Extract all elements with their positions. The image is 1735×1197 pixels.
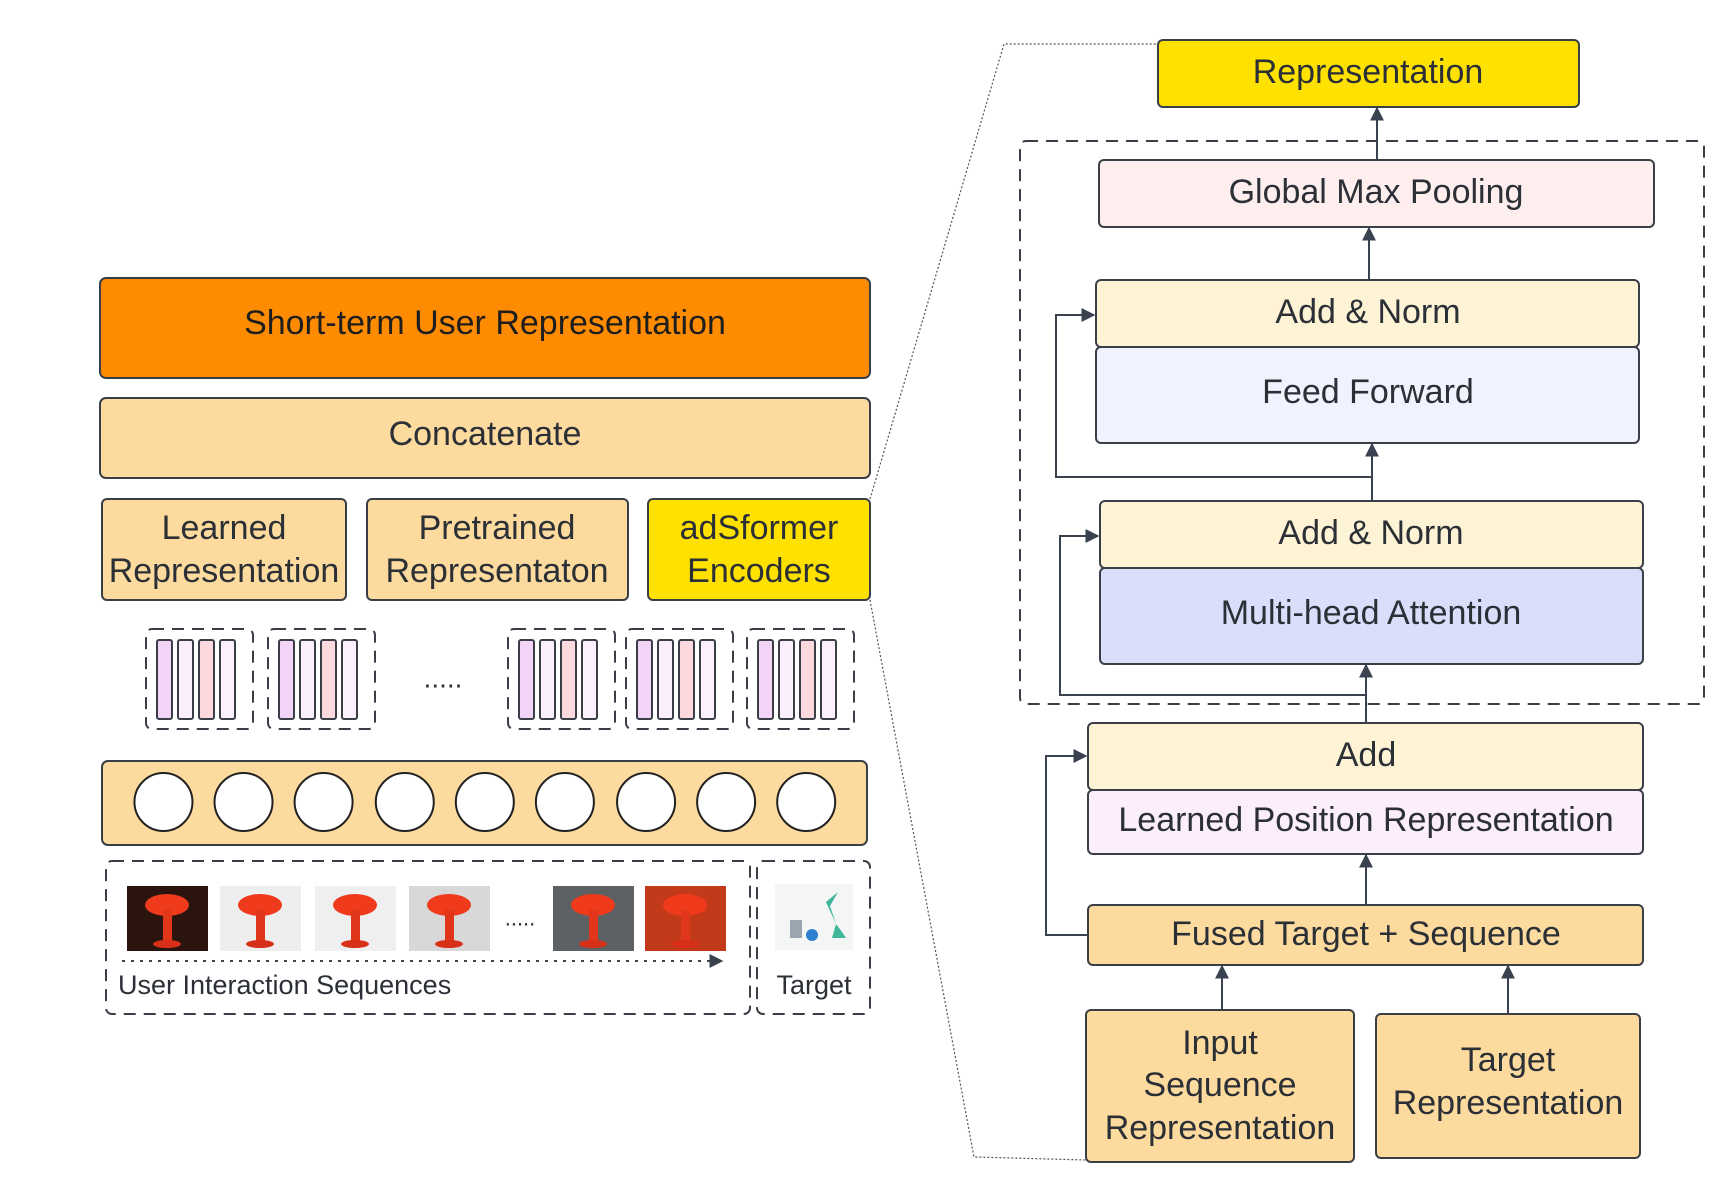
fused-label: Fused Target + Sequence (1171, 915, 1561, 953)
embedding-vector-group (625, 628, 734, 730)
embedding-circle (133, 772, 194, 832)
short-term-title: Short-term User Representation (244, 304, 726, 342)
add-label: Add (1336, 736, 1397, 774)
embedding-circle (616, 772, 677, 832)
sequence-label: User Interaction Sequences (118, 970, 451, 1000)
concatenate-label: Concatenate (389, 415, 582, 453)
embedding-vector (699, 639, 716, 720)
input-line1: Input (1182, 1024, 1258, 1062)
embedding-circle (534, 772, 595, 832)
interaction-image (645, 886, 726, 951)
embedding-vector (278, 639, 295, 720)
gmp-label: Global Max Pooling (1229, 173, 1524, 211)
adsformer-line1: adSformer (680, 509, 839, 547)
learned-line2: Representation (109, 552, 340, 590)
target-label: Target (776, 970, 852, 1000)
embedding-vector (560, 639, 577, 720)
feed-forward-label: Feed Forward (1262, 373, 1474, 411)
interaction-image (220, 886, 301, 951)
interaction-images (127, 886, 726, 951)
lpr-label: Learned Position Representation (1118, 801, 1613, 839)
embedding-vector (757, 639, 774, 720)
add-norm-label-2: Add & Norm (1278, 514, 1463, 552)
adsformer-line2: Encoders (687, 552, 831, 590)
target-image (775, 884, 853, 950)
learned-line1: Learned (162, 509, 287, 547)
embedding-circle (213, 772, 274, 832)
target-line1: Target (1461, 1041, 1556, 1079)
pretrained-line1: Pretrained (419, 509, 576, 547)
interaction-image (409, 886, 490, 951)
embedding-vector (219, 639, 236, 720)
embedding-vector (799, 639, 816, 720)
embedding-vectors (145, 628, 855, 730)
pretrained-line2: Representaton (385, 552, 608, 590)
embedding-vector (657, 639, 674, 720)
embedding-vector (778, 639, 795, 720)
embedding-vector-group (746, 628, 855, 730)
embedding-vector (636, 639, 653, 720)
embedding-circle (293, 772, 354, 832)
embedding-vector (320, 639, 337, 720)
embedding-circle (776, 772, 837, 832)
embedding-vector (299, 639, 316, 720)
embedding-circle (374, 772, 435, 832)
embedding-vector (156, 639, 173, 720)
embedding-vector (177, 639, 194, 720)
embedding-vector-group (507, 628, 616, 730)
embedding-vector (678, 639, 695, 720)
adsformer-diagram: Short-term User Representation Concatena… (99, 39, 1705, 1163)
embedding-vector (341, 639, 358, 720)
target-line2: Representation (1393, 1084, 1624, 1122)
embedding-vector (820, 639, 837, 720)
embedding-vector-group (267, 628, 376, 730)
images-ellipsis: ..... (505, 906, 536, 931)
interaction-image (127, 886, 208, 951)
add-norm-label-1: Add & Norm (1275, 293, 1460, 331)
embedding-circle (696, 772, 757, 832)
zoom-line-bottom (869, 599, 1087, 1161)
embedding-vector (539, 639, 556, 720)
embedding-circles (133, 772, 837, 832)
representation-label: Representation (1253, 53, 1484, 91)
embedding-vector-group (145, 628, 254, 730)
input-line3: Representation (1105, 1109, 1336, 1147)
input-line2: Sequence (1143, 1066, 1296, 1104)
embedding-vector (581, 639, 598, 720)
mha-label: Multi-head Attention (1221, 594, 1522, 632)
interaction-image (553, 886, 634, 951)
embedding-vector (198, 639, 215, 720)
interaction-image (315, 886, 396, 951)
embedding-circle (454, 772, 515, 832)
vectors-ellipsis: ..... (424, 663, 463, 694)
embedding-vector (518, 639, 535, 720)
